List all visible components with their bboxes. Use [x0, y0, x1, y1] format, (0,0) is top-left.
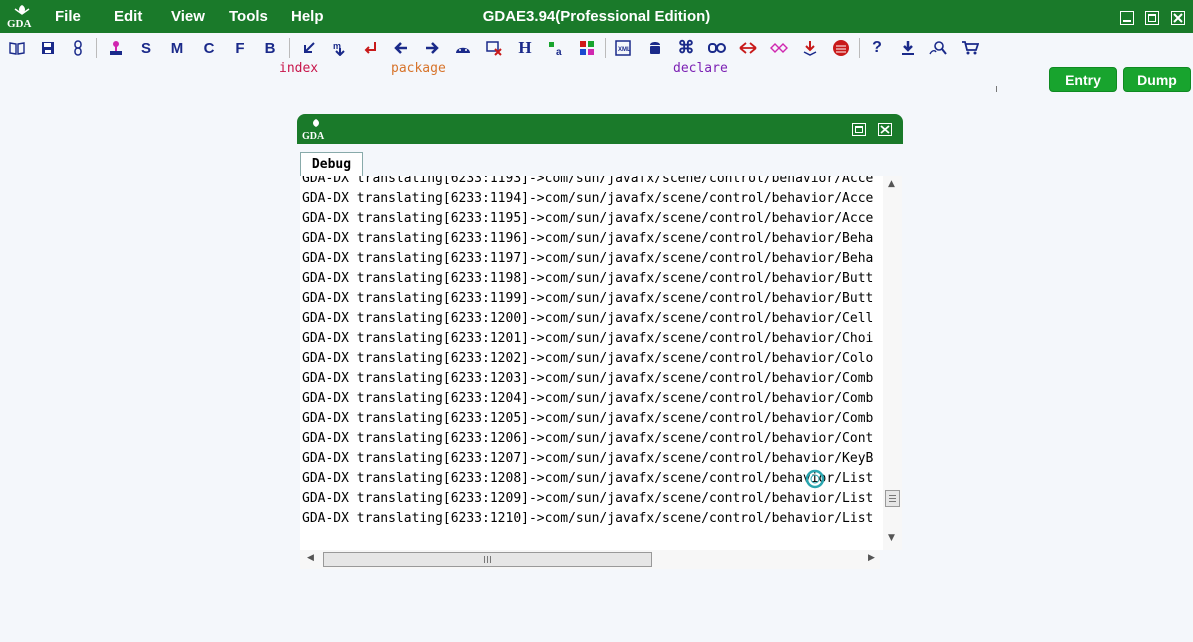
- menu-view[interactable]: View: [171, 0, 205, 33]
- method-button[interactable]: M: [166, 37, 188, 59]
- declare-label[interactable]: declare: [673, 61, 728, 76]
- book-icon[interactable]: [6, 37, 28, 59]
- divider-mark: [996, 86, 997, 92]
- log-line: GDA-DX translating[6233:1208]->com/sun/j…: [302, 471, 874, 486]
- toolbar-separator: [289, 38, 290, 58]
- menu-file[interactable]: File: [55, 0, 81, 33]
- index-label[interactable]: index: [279, 61, 318, 76]
- network-icon[interactable]: [768, 37, 790, 59]
- maximize-icon: [1148, 14, 1156, 22]
- download-red-icon[interactable]: [799, 37, 821, 59]
- field-button[interactable]: F: [229, 37, 251, 59]
- log-line: GDA-DX translating[6233:1202]->com/sun/j…: [302, 351, 874, 366]
- debug-dialog: GDA Debug GDA-DX translating[6233:1193]-…: [297, 114, 903, 570]
- back-arrow-icon[interactable]: [390, 37, 412, 59]
- log-line: GDA-DX translating[6233:1207]->com/sun/j…: [302, 451, 874, 466]
- debug-log-area[interactable]: GDA-DX translating[6233:1193]->com/sun/j…: [300, 176, 883, 550]
- dump-button[interactable]: Dump: [1123, 67, 1191, 92]
- android-icon[interactable]: [452, 37, 474, 59]
- log-line: GDA-DX translating[6233:1205]->com/sun/j…: [302, 411, 874, 426]
- log-line: GDA-DX translating[6233:1193]->com/sun/j…: [302, 176, 874, 186]
- jump-down-icon[interactable]: m: [329, 37, 351, 59]
- log-line: GDA-DX translating[6233:1200]->com/sun/j…: [302, 311, 874, 326]
- toolbar-separator: [859, 38, 860, 58]
- cart-icon[interactable]: [959, 37, 981, 59]
- help-icon[interactable]: ?: [866, 37, 888, 59]
- command-icon[interactable]: ⌘: [675, 37, 697, 59]
- android-robot-icon[interactable]: [644, 37, 666, 59]
- vertical-scroll-thumb[interactable]: [885, 490, 900, 507]
- log-lines: GDA-DX translating[6233:1193]->com/sun/j…: [302, 176, 873, 529]
- log-line: GDA-DX translating[6233:1195]->com/sun/j…: [302, 211, 874, 226]
- close-icon: [880, 125, 890, 134]
- color-grid-icon[interactable]: [576, 37, 598, 59]
- log-line: GDA-DX translating[6233:1201]->com/sun/j…: [302, 331, 874, 346]
- dialog-maximize-button[interactable]: [852, 123, 866, 136]
- horizontal-scroll-thumb[interactable]: [323, 552, 652, 567]
- menu-help[interactable]: Help: [291, 0, 324, 33]
- log-line: GDA-DX translating[6233:1199]->com/sun/j…: [302, 291, 874, 306]
- close-button[interactable]: [1171, 11, 1185, 25]
- log-line: GDA-DX translating[6233:1204]->com/sun/j…: [302, 391, 874, 406]
- save-icon[interactable]: [37, 37, 59, 59]
- xml-icon[interactable]: XML: [612, 37, 634, 59]
- vertical-scrollbar[interactable]: ▲ ▼: [883, 176, 902, 550]
- cross-ref-icon[interactable]: [298, 37, 320, 59]
- log-line: GDA-DX translating[6233:1203]->com/sun/j…: [302, 371, 874, 386]
- scroll-down-icon[interactable]: ▼: [888, 533, 895, 543]
- record-icon[interactable]: [830, 37, 852, 59]
- dialog-close-button[interactable]: [878, 123, 892, 136]
- gda-logo: GDA: [6, 3, 38, 29]
- log-line: GDA-DX translating[6233:1194]->com/sun/j…: [302, 191, 874, 206]
- svg-text:GDA: GDA: [7, 18, 32, 29]
- forward-arrow-icon[interactable]: [421, 37, 443, 59]
- dialog-title-bar[interactable]: GDA: [297, 114, 903, 144]
- log-line: GDA-DX translating[6233:1198]->com/sun/j…: [302, 271, 874, 286]
- log-line: GDA-DX translating[6233:1196]->com/sun/j…: [302, 231, 874, 246]
- tab-debug[interactable]: Debug: [300, 152, 363, 176]
- expand-icon[interactable]: [737, 37, 759, 59]
- minimize-button[interactable]: [1120, 11, 1134, 25]
- menu-tools[interactable]: Tools: [229, 0, 268, 33]
- maximize-button[interactable]: [1145, 11, 1159, 25]
- toolbar-separator: [96, 38, 97, 58]
- package-label[interactable]: package: [391, 61, 446, 76]
- loading-spinner-icon: [805, 469, 825, 489]
- log-line: GDA-DX translating[6233:1209]->com/sun/j…: [302, 491, 874, 506]
- gda-logo: GDA: [301, 117, 331, 142]
- svg-text:XML: XML: [618, 47, 631, 53]
- replace-icon[interactable]: a: [545, 37, 567, 59]
- toolbar: S M C F B m H a XML ⌘ ? Entry Dump: [0, 33, 1193, 92]
- title-bar: GDA File Edit View Tools Help GDAE3.94(P…: [0, 0, 1193, 33]
- log-line: GDA-DX translating[6233:1210]->com/sun/j…: [302, 511, 874, 526]
- bytecode-button[interactable]: B: [259, 37, 281, 59]
- return-icon[interactable]: [360, 37, 382, 59]
- scroll-left-icon[interactable]: ◀: [307, 553, 314, 563]
- menu-edit[interactable]: Edit: [114, 0, 142, 33]
- minimize-icon: [1123, 20, 1131, 22]
- link-icon[interactable]: [67, 37, 89, 59]
- string-button[interactable]: S: [135, 37, 157, 59]
- class-button[interactable]: C: [198, 37, 220, 59]
- header-icon[interactable]: H: [514, 37, 536, 59]
- entry-button[interactable]: Entry: [1049, 67, 1117, 92]
- download-icon[interactable]: [897, 37, 919, 59]
- maximize-icon: [855, 126, 863, 133]
- toolbar-separator: [605, 38, 606, 58]
- key-icon[interactable]: [706, 37, 728, 59]
- search-people-icon[interactable]: [928, 37, 950, 59]
- horizontal-scrollbar[interactable]: ◀ ▶: [300, 550, 880, 569]
- log-line: GDA-DX translating[6233:1206]->com/sun/j…: [302, 431, 874, 446]
- scroll-right-icon[interactable]: ▶: [868, 553, 875, 563]
- assembly-icon[interactable]: [105, 37, 127, 59]
- close-icon: [1173, 13, 1183, 23]
- svg-text:a: a: [556, 47, 562, 56]
- scroll-up-icon[interactable]: ▲: [888, 179, 895, 189]
- svg-text:GDA: GDA: [302, 131, 325, 141]
- close-list-icon[interactable]: [483, 37, 505, 59]
- log-line: GDA-DX translating[6233:1197]->com/sun/j…: [302, 251, 874, 266]
